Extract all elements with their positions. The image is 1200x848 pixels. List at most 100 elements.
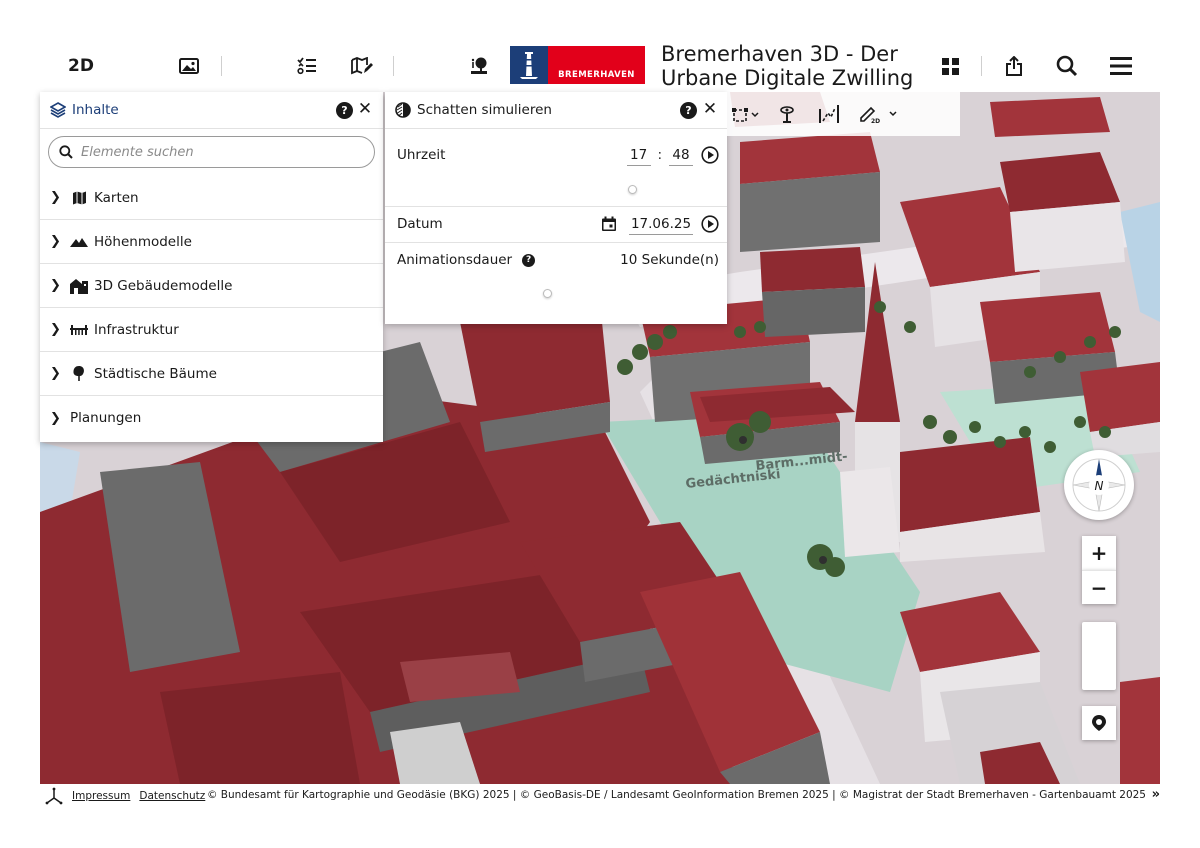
measure-area-button[interactable]: [727, 92, 767, 136]
tree-item-label: Städtische Bäume: [94, 365, 217, 382]
tree-item-label: Karten: [94, 189, 139, 206]
impressum-link[interactable]: Impressum: [72, 790, 130, 802]
map-edit-button[interactable]: [350, 40, 374, 92]
image-icon: [179, 58, 199, 74]
divider: [385, 206, 727, 207]
tree-item-3d-gebaeudemodelle[interactable]: ❯ 3D Gebäudemodelle: [40, 264, 383, 308]
height-profile-icon: [819, 105, 839, 123]
minute-input[interactable]: 48: [669, 144, 693, 166]
search-button[interactable]: [1054, 40, 1080, 92]
toolbar-divider: [981, 56, 982, 76]
chevron-right-icon[interactable]: ❯: [50, 366, 62, 381]
contents-panel-header: Inhalte ? ✕: [40, 92, 383, 129]
apps-grid-button[interactable]: [938, 40, 962, 92]
info-icon[interactable]: ?: [522, 253, 536, 267]
chevron-right-icon[interactable]: ❯: [50, 190, 62, 205]
tree-item-label: 3D Gebäudemodelle: [94, 277, 233, 294]
viewpoint-button[interactable]: [767, 92, 807, 136]
height-profile-button[interactable]: [807, 92, 851, 136]
attribution-expand-icon[interactable]: »: [1152, 787, 1160, 802]
shadow-simulation-panel: Schatten simulieren ? ✕ Uhrzeit 17 : 48 …: [385, 92, 727, 324]
chevron-right-icon[interactable]: ❯: [50, 411, 62, 426]
duration-row: Animationsdauer ? 10 Sekunde(n): [397, 252, 719, 268]
locate-button[interactable]: [1082, 706, 1116, 740]
draw-2d-button[interactable]: 2D: [851, 92, 911, 136]
hour-input[interactable]: 17: [626, 144, 651, 166]
shadow-icon: [395, 102, 411, 118]
axes-icon: [45, 787, 63, 805]
search-icon: [1056, 55, 1078, 77]
time-label: Uhrzeit: [397, 147, 446, 163]
tree-item-karten[interactable]: ❯ Karten: [40, 176, 383, 220]
tree-info-icon: [471, 57, 487, 74]
layer-search[interactable]: [48, 136, 375, 168]
map-icon: [70, 190, 88, 206]
tilt-slider[interactable]: [1082, 622, 1116, 690]
layer-tree: ❯ Karten ❯ Höhenmodelle ❯ 3D Gebäudemode…: [40, 176, 383, 440]
zoom-out-button[interactable]: −: [1082, 570, 1116, 604]
compass-north-label: N: [1095, 479, 1104, 493]
measure-area-icon: [732, 108, 759, 122]
layer-list-icon: [297, 57, 316, 75]
tree-item-planungen[interactable]: ❯ Planungen: [40, 396, 383, 440]
chevron-right-icon[interactable]: ❯: [50, 322, 62, 337]
layers-icon: [50, 102, 66, 118]
share-icon: [1006, 56, 1022, 76]
tree-item-label: Infrastruktur: [94, 321, 179, 338]
layer-search-input[interactable]: [81, 144, 361, 160]
location-pin-icon: [1092, 715, 1106, 731]
tree-item-hoehenmodelle[interactable]: ❯ Höhenmodelle: [40, 220, 383, 264]
play-date-animation-icon[interactable]: [701, 215, 719, 233]
tree-icon: [70, 366, 88, 382]
contents-panel-title: Inhalte: [72, 102, 119, 118]
duration-label: Animationsdauer: [397, 252, 513, 268]
lighthouse-icon: [510, 46, 548, 84]
hamburger-menu-icon: [1110, 57, 1132, 75]
toolbar-divider: [393, 56, 394, 76]
tree-item-infrastruktur[interactable]: ❯ Infrastruktur: [40, 308, 383, 352]
svg-text:2D: 2D: [871, 118, 880, 124]
zoom-in-button[interactable]: +: [1082, 536, 1116, 570]
building-icon: [70, 278, 88, 294]
datenschutz-link[interactable]: Datenschutz: [139, 790, 205, 802]
close-icon[interactable]: ✕: [701, 99, 719, 119]
tree-item-label: Planungen: [70, 410, 142, 426]
chevron-right-icon[interactable]: ❯: [50, 234, 62, 249]
viewpoint-icon: [780, 106, 794, 123]
help-icon[interactable]: ?: [336, 102, 353, 119]
mountain-icon: [70, 234, 88, 250]
close-icon[interactable]: ✕: [356, 99, 374, 119]
chevron-right-icon[interactable]: ❯: [50, 278, 62, 293]
grid-menu-icon: [941, 57, 959, 75]
search-icon: [59, 145, 73, 159]
compass-rose-icon: N: [1072, 458, 1126, 512]
duration-value: 10 Sekunde(n): [620, 252, 719, 268]
2d-toggle-button[interactable]: 2D: [60, 40, 102, 92]
divider: [385, 242, 727, 243]
main-menu-button[interactable]: [1108, 40, 1134, 92]
contents-panel: Inhalte ? ✕ ❯ Karten ❯ Höhenmodelle ❯ 3D…: [40, 92, 383, 442]
map-tools-bar: 2D: [727, 92, 960, 136]
logo-text: BREMERHAVEN: [548, 46, 645, 84]
date-input[interactable]: 17.06.25: [629, 213, 693, 235]
tree-item-staedtische-baeume[interactable]: ❯ Städtische Bäume: [40, 352, 383, 396]
attribution-text: © Bundesamt für Kartographie und Geodäsi…: [206, 789, 1146, 801]
time-slider-handle[interactable]: [628, 185, 637, 194]
date-label: Datum: [397, 216, 443, 232]
image-button[interactable]: [177, 40, 201, 92]
time-separator: :: [657, 147, 662, 163]
help-icon[interactable]: ?: [680, 102, 697, 119]
top-toolbar: 2D BREMERHAVEN Bremerhaven 3D - Der Urba…: [40, 40, 1160, 92]
play-time-animation-icon[interactable]: [701, 146, 719, 164]
shadow-panel-header: Schatten simulieren ? ✕: [385, 92, 727, 129]
shadow-panel-title: Schatten simulieren: [417, 102, 552, 118]
draw-2d-icon: 2D: [860, 106, 897, 124]
calendar-icon[interactable]: [601, 216, 617, 232]
layer-list-button[interactable]: [296, 40, 318, 92]
duration-slider-handle[interactable]: [543, 289, 552, 298]
compass[interactable]: N: [1064, 450, 1134, 520]
date-row: Datum 17.06.25: [397, 213, 719, 235]
share-button[interactable]: [1002, 40, 1026, 92]
tree-info-button[interactable]: [468, 40, 490, 92]
footer: Impressum Datenschutz © Bundesamt für Ka…: [40, 784, 1160, 808]
